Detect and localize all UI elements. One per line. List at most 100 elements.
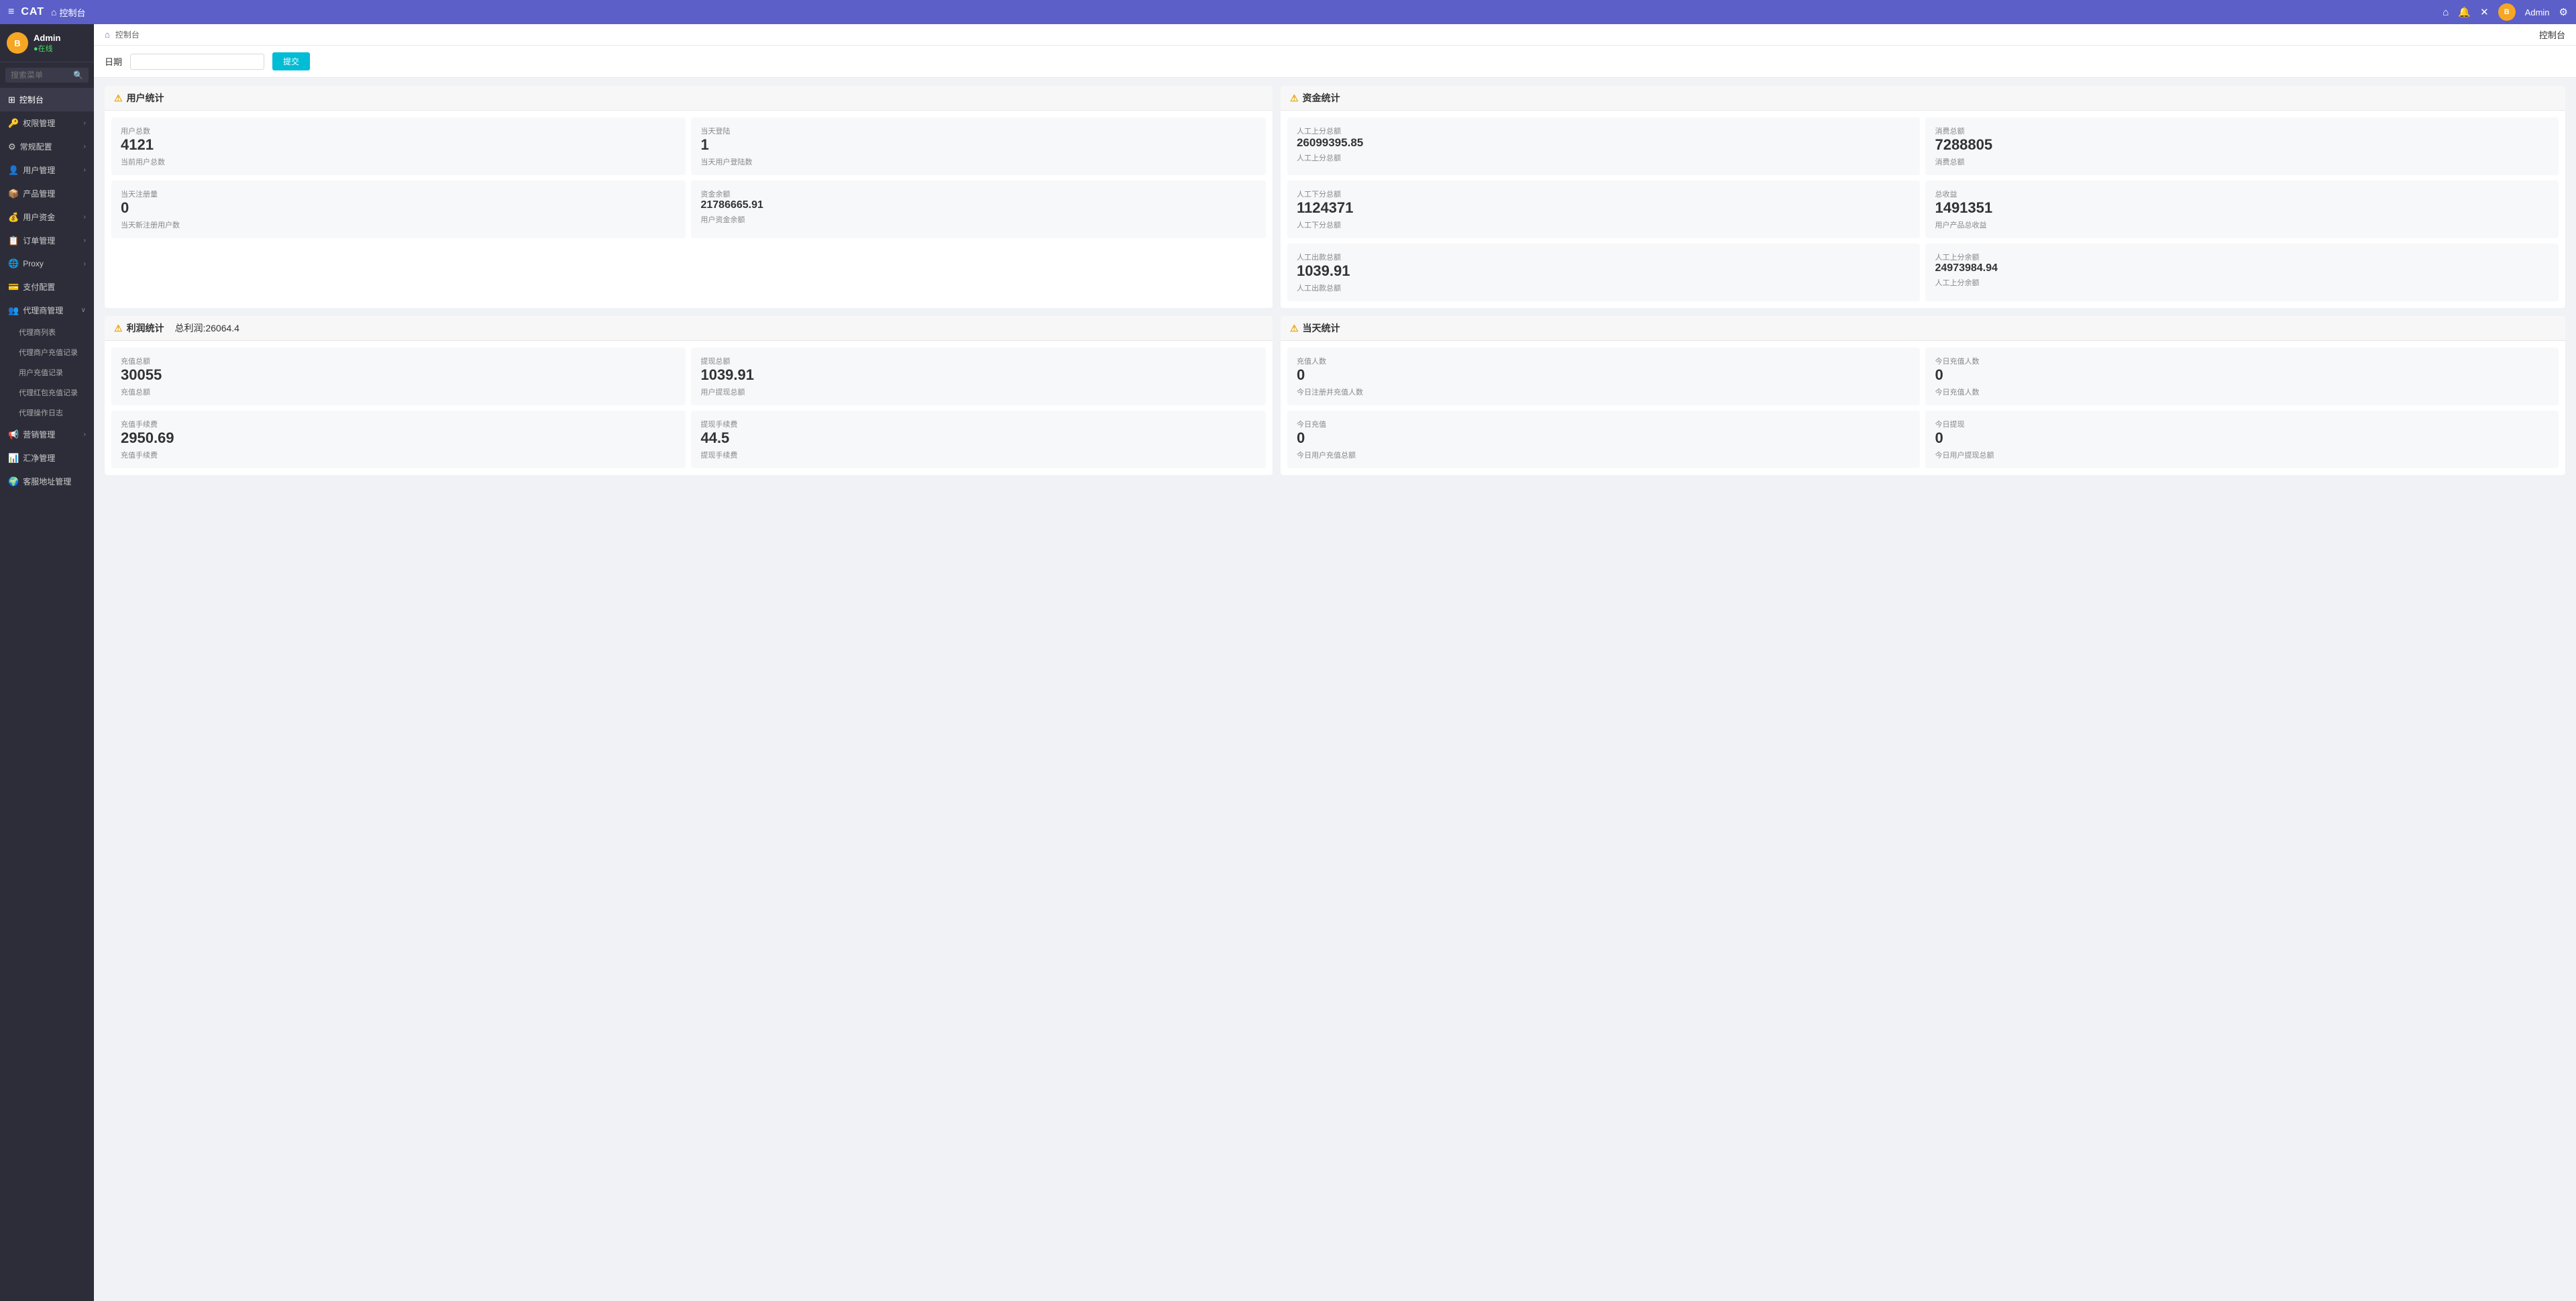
stat-title: 资金余额: [700, 189, 1256, 199]
stat-card-total-profit: 总收益 1491351 用户产品总收益: [1925, 180, 2559, 238]
top-header: ≡ CAT ⌂ 控制台 ⌂ 🔔 ✕ B Admin ⚙: [0, 0, 2576, 24]
stat-desc: 今日用户提现总额: [1935, 450, 2549, 460]
sidebar-menu: ⊞ 控制台 🔑 权限管理 › ⚙ 常规配置 › 👤: [0, 88, 94, 1301]
sidebar-item-label: 订单管理: [23, 235, 55, 246]
profit-stats-title: 利润统计: [127, 321, 164, 335]
stat-value: 1039.91: [700, 366, 1256, 384]
stat-card-manual-out: 人工出款总额 1039.91 人工出款总额: [1287, 244, 1921, 301]
user-stats-header: ⚠ 用户统计: [105, 86, 1273, 111]
home-button[interactable]: ⌂: [2443, 7, 2449, 18]
sidebar-item-marketing[interactable]: 📢 营销管理 ›: [0, 423, 94, 446]
sidebar-item-common-config[interactable]: ⚙ 常规配置 ›: [0, 135, 94, 158]
sidebar-item-order-manage[interactable]: 📋 订单管理 ›: [0, 229, 94, 252]
stat-card-today-withdraw: 今日提现 0 今日用户提现总额: [1925, 411, 2559, 468]
warn-icon: ⚠: [1290, 93, 1299, 104]
chevron-right-icon: ›: [84, 431, 86, 438]
stat-title: 总收益: [1935, 189, 2549, 199]
sidebar-search-container[interactable]: 🔍: [5, 68, 89, 83]
submit-button[interactable]: 提交: [272, 52, 310, 70]
stat-card-recharge-fee: 充值手续费 2950.69 充值手续费: [111, 411, 686, 468]
stat-desc: 人工出款总额: [1297, 282, 1911, 293]
stat-title: 人工上分余额: [1935, 252, 2549, 262]
stat-value: 1491351: [1935, 199, 2549, 217]
header-breadcrumb-label: 控制台: [60, 6, 86, 19]
stat-title: 当天注册量: [121, 189, 676, 199]
stat-value: 24973984.94: [1935, 262, 2549, 274]
stat-value: 0: [1935, 429, 2549, 447]
breadcrumb: ⌂ 控制台: [105, 29, 140, 40]
proxy-icon: 🌐: [8, 258, 19, 269]
stat-card-recharge-total: 充值总额 30055 充值总额: [111, 348, 686, 405]
stat-title: 人工上分总额: [1297, 125, 1911, 136]
close-button[interactable]: ✕: [2480, 6, 2489, 18]
avatar: B: [7, 32, 28, 54]
date-input[interactable]: [130, 54, 264, 70]
page-title: 控制台: [2539, 28, 2565, 41]
content-header: ⌂ 控制台 控制台: [94, 24, 2576, 46]
sidebar-item-dashboard[interactable]: ⊞ 控制台: [0, 88, 94, 111]
stat-value: 2950.69: [121, 429, 676, 447]
sidebar-item-user-funds[interactable]: 💰 用户资金 ›: [0, 205, 94, 229]
stat-value: 44.5: [700, 429, 1256, 447]
main-layout: B Admin ●在线 🔍 ⊞ 控制台 🔑 权限管理 ›: [0, 24, 2576, 1301]
sidebar-item-product-manage[interactable]: 📦 产品管理: [0, 182, 94, 205]
today-stats-grid: 充值人数 0 今日注册并充值人数 今日充值人数 0 今日充值人数 今日充值: [1287, 348, 2559, 468]
fund-stats-grid: 人工上分总额 26099395.85 人工上分总额 消费总额 7288805 消…: [1287, 117, 2559, 301]
chevron-right-icon: ›: [84, 237, 86, 244]
header-breadcrumb: ⌂ 控制台: [51, 6, 85, 19]
stat-value: 0: [1935, 366, 2549, 384]
settlement-icon: 📊: [8, 453, 19, 464]
submenu-agent-list[interactable]: 代理商列表: [0, 322, 94, 342]
stat-desc: 人工上分余额: [1935, 277, 2549, 288]
sidebar-user: B Admin ●在线: [0, 24, 94, 62]
sidebar-item-label: 常规配置: [20, 141, 52, 152]
user-stats-body: 用户总数 4121 当前用户总数 当天登陆 1 当天用户登陆数 当天注册量: [105, 111, 1273, 245]
hamburger-icon[interactable]: ≡: [8, 6, 14, 18]
submenu-agent-log[interactable]: 代理操作日志: [0, 403, 94, 423]
permissions-icon: 🔑: [8, 118, 19, 129]
submenu-agent-hongbao[interactable]: 代理红包充值记录: [0, 382, 94, 403]
stat-desc: 当天用户登陆数: [700, 156, 1256, 167]
sidebar-item-payment-config[interactable]: 💳 支付配置: [0, 275, 94, 299]
stat-desc: 消费总额: [1935, 156, 2549, 167]
stat-card-consumption: 消费总额 7288805 消费总额: [1925, 117, 2559, 175]
stat-card-manual-sub: 人工下分总额 1124371 人工下分总额: [1287, 180, 1921, 238]
submenu-user-recharge[interactable]: 用户充值记录: [0, 362, 94, 382]
stat-desc: 今日用户充值总额: [1297, 450, 1911, 460]
sidebar-item-label: 控制台: [19, 94, 44, 105]
site-icon: 🌍: [8, 476, 19, 487]
stat-title: 当天登陆: [700, 125, 1256, 136]
chevron-right-icon: ›: [84, 119, 86, 127]
user-stats-grid: 用户总数 4121 当前用户总数 当天登陆 1 当天用户登陆数 当天注册量: [111, 117, 1266, 238]
search-input[interactable]: [11, 70, 73, 80]
sidebar-item-agent-manage[interactable]: 👥 代理商管理 ∨: [0, 299, 94, 322]
stat-card-manual-balance: 人工上分余额 24973984.94 人工上分余额: [1925, 244, 2559, 301]
notification-button[interactable]: 🔔: [2458, 6, 2471, 18]
header-home-icon: ⌂: [51, 7, 56, 17]
stat-card-manual-add: 人工上分总额 26099395.85 人工上分总额: [1287, 117, 1921, 175]
profit-stats-panel: ⚠ 利润统计 总利润:26064.4 充值总额 30055 充值总额: [105, 316, 1273, 475]
user-icon: 👤: [8, 165, 19, 176]
stat-value: 7288805: [1935, 136, 2549, 154]
stat-value: 0: [1297, 429, 1911, 447]
agent-icon: 👥: [8, 305, 19, 316]
order-icon: 📋: [8, 236, 19, 246]
sidebar-item-user-manage[interactable]: 👤 用户管理 ›: [0, 158, 94, 182]
funds-icon: 💰: [8, 212, 19, 223]
submenu-agent-recharge[interactable]: 代理商户充值记录: [0, 342, 94, 362]
product-icon: 📦: [8, 189, 19, 199]
sidebar-item-customer-site[interactable]: 🌍 客服地址管理: [0, 470, 94, 493]
warn-icon: ⚠: [1290, 323, 1299, 334]
today-stats-panel: ⚠ 当天统计 充值人数 0 今日注册并充值人数 今日充值人数: [1281, 316, 2565, 475]
stat-desc: 今日注册并充值人数: [1297, 386, 1911, 397]
sidebar-item-proxy[interactable]: 🌐 Proxy ›: [0, 252, 94, 275]
user-stats-title: 用户统计: [127, 91, 164, 105]
sidebar-item-label: 客服地址管理: [23, 476, 71, 487]
warn-icon: ⚠: [114, 323, 123, 334]
today-stats-title: 当天统计: [1303, 321, 1340, 335]
stat-card-today-recharge-users: 充值人数 0 今日注册并充值人数: [1287, 348, 1921, 405]
stat-title: 提现总额: [700, 356, 1256, 366]
sidebar-item-settlement[interactable]: 📊 汇净管理: [0, 446, 94, 470]
sidebar-item-permissions[interactable]: 🔑 权限管理 ›: [0, 111, 94, 135]
settings-button[interactable]: ⚙: [2559, 6, 2568, 18]
